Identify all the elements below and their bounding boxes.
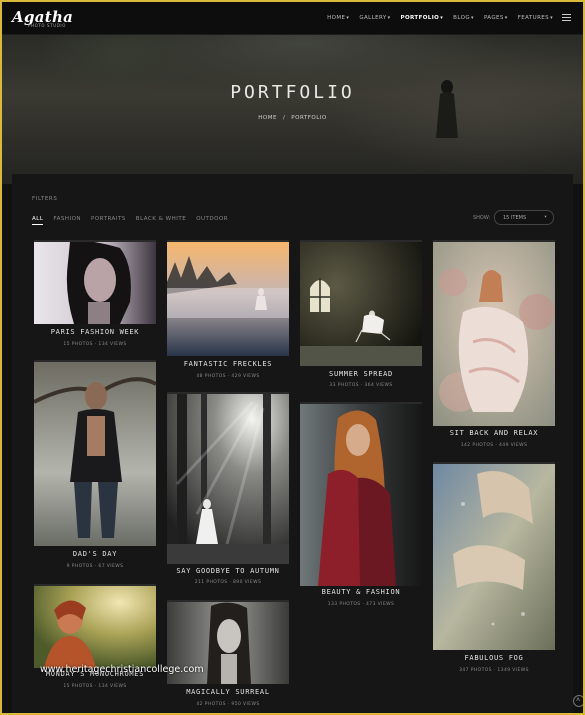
- page-title: PORTFOLIO: [230, 82, 355, 103]
- portfolio-panel: FILTERS ALL FASHION PORTRAITS BLACK & WH…: [12, 174, 573, 713]
- nav-item-blog[interactable]: BLOG▾: [453, 15, 474, 21]
- portfolio-thumbnail: [34, 360, 156, 546]
- logo-tagline: PHOTO STUDIO: [28, 23, 66, 28]
- portfolio-thumbnail: [300, 402, 422, 586]
- portfolio-card-sit-back-and-relax[interactable]: SIT BACK AND RELAX 142 PHOTOS · 449 VIEW…: [433, 240, 555, 456]
- card-title: FABULOUS FOG: [464, 654, 524, 662]
- filter-tab-all[interactable]: ALL: [32, 216, 44, 225]
- card-meta: 133 PHOTOS · 473 VIEWS: [327, 602, 395, 607]
- portfolio-thumbnail: [167, 240, 289, 356]
- chevron-up-icon: ˄: [576, 696, 581, 704]
- chevron-down-icon: ▾: [504, 15, 508, 21]
- portfolio-thumbnail: [167, 392, 289, 564]
- card-meta: 9 PHOTOS · 67 VIEWS: [66, 564, 124, 569]
- scroll-to-top-button[interactable]: ˄: [573, 695, 583, 707]
- hero-banner: PORTFOLIO HOME / PORTFOLIO: [2, 34, 583, 184]
- portfolio-thumbnail: [300, 240, 422, 366]
- nav-item-portfolio[interactable]: PORTFOLIO▾: [401, 15, 444, 21]
- nav-label: PAGES: [483, 15, 504, 21]
- nav-label: FEATURES: [517, 15, 550, 21]
- portfolio-card-dads-day[interactable]: DAD'S DAY 9 PHOTOS · 67 VIEWS: [34, 360, 156, 574]
- portfolio-card-say-goodbye-to-autumn[interactable]: SAY GOODBYE TO AUTUMN 211 PHOTOS · 890 V…: [167, 392, 289, 592]
- hamburger-menu-icon[interactable]: [562, 14, 571, 21]
- watermark-text: www.heritagechristiancollege.com: [40, 664, 204, 675]
- filters-heading: FILTERS: [32, 196, 58, 202]
- card-meta: 142 PHOTOS · 449 VIEWS: [460, 443, 528, 448]
- card-title: SUMMER SPREAD: [329, 370, 393, 378]
- card-title: FANTASTIC FRECKLES: [183, 360, 273, 368]
- portfolio-card-summer-spread[interactable]: SUMMER SPREAD 33 PHOTOS · 364 VIEWS: [300, 240, 422, 390]
- page: Agatha PHOTO STUDIO HOME▾ GALLERY▾ PORTF…: [2, 2, 583, 713]
- portfolio-card-fantastic-freckles[interactable]: FANTASTIC FRECKLES 48 PHOTOS · 429 VIEWS: [167, 240, 289, 388]
- select-value: 15 ITEMS: [503, 215, 527, 221]
- card-title: SAY GOODBYE TO AUTUMN: [176, 567, 280, 575]
- chevron-down-icon: ▾: [550, 15, 553, 21]
- nav-item-pages[interactable]: PAGES▾: [484, 15, 508, 21]
- card-title: PARIS FASHION WEEK: [50, 328, 140, 336]
- nav-label: GALLERY: [359, 15, 387, 21]
- items-per-page-select[interactable]: 15 ITEMS ▾: [494, 210, 554, 225]
- chevron-down-icon: ▾: [346, 15, 350, 21]
- portfolio-thumbnail: [34, 240, 156, 324]
- card-meta: 15 PHOTOS · 134 VIEWS: [63, 684, 127, 689]
- chevron-down-icon: ▾: [387, 15, 391, 21]
- portfolio-thumbnail: [433, 462, 555, 650]
- breadcrumb-home[interactable]: HOME: [258, 115, 277, 121]
- chevron-down-icon: ▾: [471, 15, 474, 21]
- portfolio-thumbnail: [433, 240, 555, 426]
- portfolio-card-mondays-monochromes[interactable]: MONDAY'S MONOCHROMES 15 PHOTOS · 134 VIE…: [34, 584, 156, 709]
- card-title: SIT BACK AND RELAX: [449, 429, 539, 437]
- card-title: MAGICALLY SURREAL: [186, 688, 270, 696]
- chevron-down-icon: ▾: [440, 15, 444, 21]
- nav-item-features[interactable]: FEATURES▾: [518, 15, 553, 21]
- nav-label: BLOG: [453, 15, 471, 21]
- card-meta: 48 PHOTOS · 429 VIEWS: [196, 374, 260, 379]
- filter-tab-outdoor[interactable]: OUTDOOR: [196, 216, 228, 225]
- portfolio-thumbnail: [34, 584, 156, 668]
- portfolio-card-paris-fashion-week[interactable]: PARIS FASHION WEEK 15 PHOTOS · 134 VIEWS: [34, 240, 156, 358]
- filter-tabs: ALL FASHION PORTRAITS BLACK & WHITE OUTD…: [32, 216, 228, 225]
- portfolio-card-fabulous-fog[interactable]: FABULOUS FOG 347 PHOTOS · 1349 VIEWS: [433, 462, 555, 678]
- top-nav: Agatha PHOTO STUDIO HOME▾ GALLERY▾ PORTF…: [2, 2, 583, 35]
- breadcrumb-current: PORTFOLIO: [291, 115, 327, 121]
- filter-tab-black-white[interactable]: BLACK & WHITE: [136, 216, 186, 225]
- portfolio-card-beauty-fashion[interactable]: BEAUTY & FASHION 133 PHOTOS · 473 VIEWS: [300, 402, 422, 614]
- nav-item-home[interactable]: HOME▾: [327, 15, 349, 21]
- chevron-down-icon: ▾: [543, 214, 547, 220]
- card-title: BEAUTY & FASHION: [321, 588, 401, 596]
- filter-tab-portraits[interactable]: PORTRAITS: [91, 216, 126, 225]
- nav-label: PORTFOLIO: [400, 15, 440, 21]
- card-meta: 211 PHOTOS · 890 VIEWS: [194, 580, 262, 585]
- main-menu: HOME▾ GALLERY▾ PORTFOLIO▾ BLOG▾ PAGES▾ F…: [327, 15, 553, 21]
- portfolio-card-magically-surreal[interactable]: MAGICALLY SURREAL 42 PHOTOS · 950 VIEWS: [167, 600, 289, 713]
- filter-tab-fashion[interactable]: FASHION: [53, 216, 81, 225]
- breadcrumb-separator: /: [282, 115, 286, 121]
- breadcrumb: HOME / PORTFOLIO: [2, 115, 583, 121]
- nav-label: HOME: [327, 15, 346, 21]
- card-meta: 15 PHOTOS · 134 VIEWS: [63, 342, 127, 347]
- card-meta: 42 PHOTOS · 950 VIEWS: [196, 702, 260, 707]
- nav-item-gallery[interactable]: GALLERY▾: [359, 15, 390, 21]
- card-meta: 347 PHOTOS · 1349 VIEWS: [459, 668, 529, 673]
- card-meta: 33 PHOTOS · 364 VIEWS: [329, 383, 393, 388]
- show-label: SHOW:: [473, 215, 491, 221]
- card-title: DAD'S DAY: [72, 550, 118, 558]
